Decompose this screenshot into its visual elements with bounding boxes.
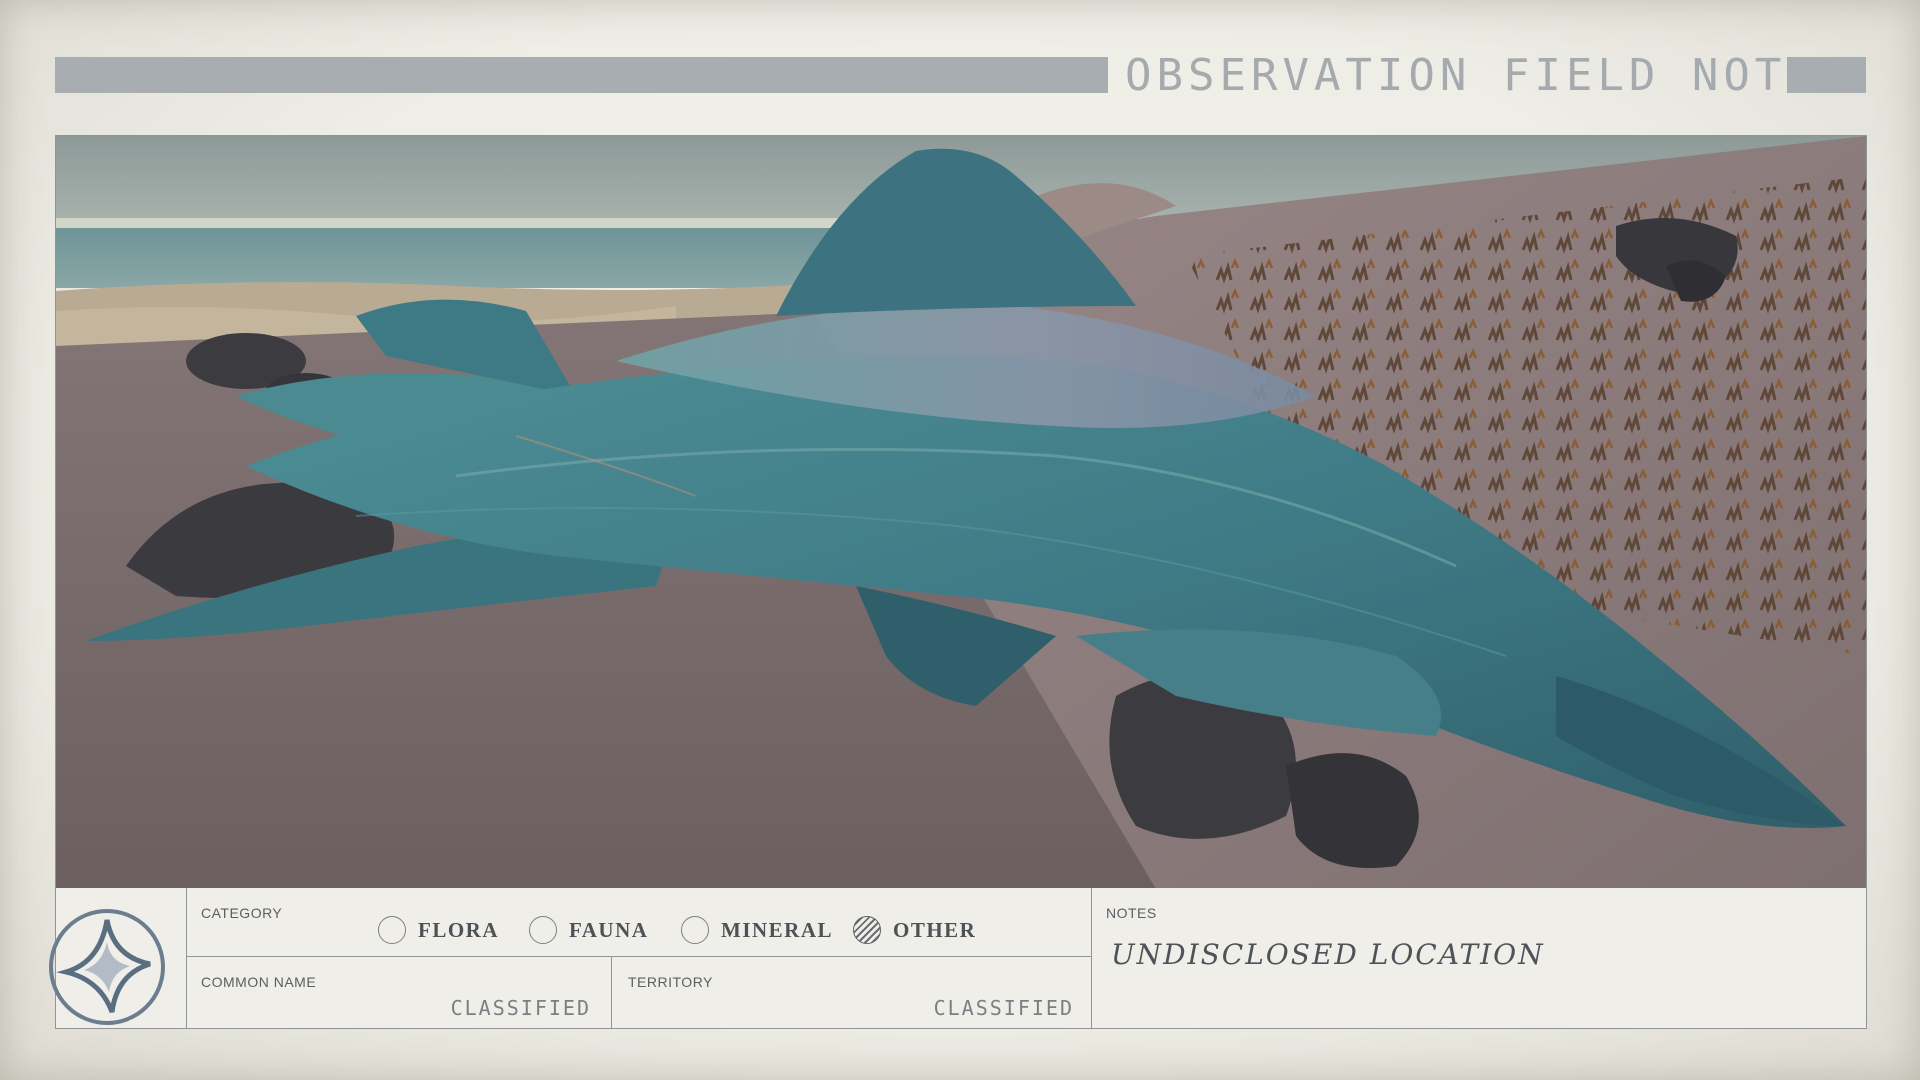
category-option-mineral[interactable]: MINERAL <box>681 913 833 947</box>
territory-value: CLASSIFIED <box>933 996 1074 1020</box>
radio-mineral[interactable] <box>681 916 709 944</box>
radio-fauna[interactable] <box>529 916 557 944</box>
category-label: CATEGORY <box>201 905 283 921</box>
observation-photo <box>55 135 1867 890</box>
notes-value: UNDISCLOSED LOCATION <box>1111 938 1545 971</box>
option-label: MINERAL <box>721 917 834 942</box>
notes-label: NOTES <box>1106 905 1157 921</box>
field-notes-card: OBSERVATION FIELD NOTES CATEGORY FLORA F… <box>0 0 1920 1080</box>
page-title: OBSERVATION FIELD NOTES <box>1125 50 1850 101</box>
category-option-flora[interactable]: FLORA <box>378 913 499 947</box>
common-name-value: CLASSIFIED <box>450 996 591 1020</box>
category-option-other[interactable]: OTHER <box>853 913 976 947</box>
divider <box>186 956 1091 957</box>
divider <box>1091 888 1092 1028</box>
option-label: FAUNA <box>569 917 649 942</box>
logo-cell <box>49 888 187 1028</box>
category-option-fauna[interactable]: FAUNA <box>529 913 648 947</box>
header-bar-left <box>55 57 1108 93</box>
territory-label: TERRITORY <box>628 974 713 990</box>
option-label: FLORA <box>418 917 499 942</box>
option-label: OTHER <box>893 917 977 942</box>
creature-photo <box>56 136 1866 889</box>
common-name-label: COMMON NAME <box>201 974 317 990</box>
header-bar-right <box>1787 57 1866 93</box>
divider <box>611 956 612 1028</box>
radio-flora[interactable] <box>378 916 406 944</box>
radio-other-selected[interactable] <box>853 916 881 944</box>
info-panel: CATEGORY FLORA FAUNA MINERAL OTHER COMMO… <box>49 888 1867 1029</box>
star-emblem-icon <box>49 909 165 1025</box>
